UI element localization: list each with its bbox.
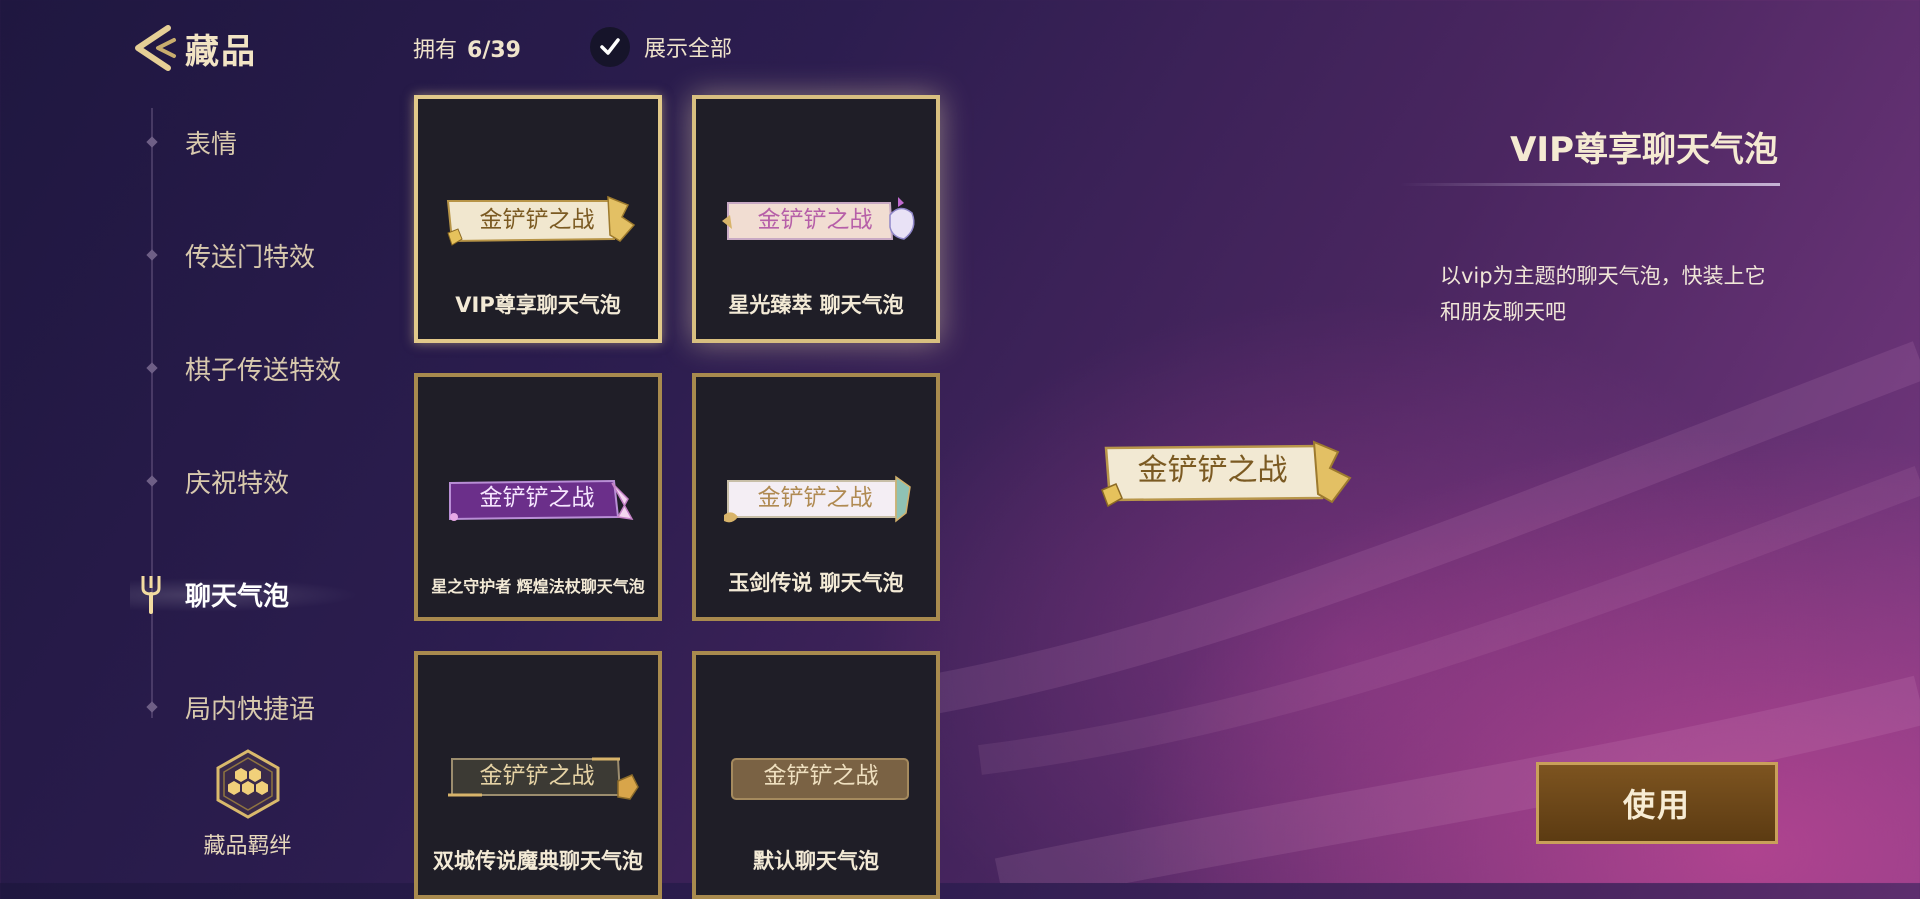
honeycomb-hexagon-icon [216,749,279,819]
bubble-text: 金铲铲之战 [757,485,873,511]
chat-bubble-preview: 金铲铲之战 [720,195,920,253]
chat-bubble-preview: 金铲铲之战 [720,473,920,531]
preview-bubble-text: 金铲铲之战 [1137,453,1288,488]
detail-description: 以vip为主题的聊天气泡，快装上它和朋友聊天吧 [1440,264,1766,324]
bubble-text: 金铲铲之战 [479,485,595,511]
page-title: 藏品 [185,32,257,72]
large-bubble-preview: 金铲铲之战 [1100,440,1360,514]
chat-bubble-card-arcane[interactable]: 金铲铲之战 双城传说魔典聊天气泡 [414,651,662,899]
nav-dot [146,362,158,374]
sidebar-item-label: 表情 [185,129,238,160]
chat-bubble-preview: 金铲铲之战 [442,195,642,253]
bond-label: 藏品羁绊 [203,834,292,859]
card-label: 星光臻萃 聊天气泡 [728,293,904,317]
back-arrow-icon[interactable] [128,22,180,74]
chat-bubble-preview: 金铲铲之战 [442,473,642,531]
chat-bubble-card-vip[interactable]: 金铲铲之战 VIP尊享聊天气泡 [414,95,662,343]
use-button-label: 使用 [1622,786,1691,824]
detail-title: VIP尊享聊天气泡 [1510,130,1778,170]
title-divider [1400,183,1780,186]
nav-dot [146,701,158,713]
card-label: 双城传说魔典聊天气泡 [433,849,643,873]
sidebar-item-label: 传送门特效 [185,242,316,273]
checkmark-icon [600,38,620,55]
chat-bubble-preview: 金铲铲之战 [442,751,642,809]
show-all-toggle[interactable]: 展示全部 [590,26,732,68]
nav-dot [146,136,158,148]
chat-bubble-card-default[interactable]: 金铲铲之战 默认聊天气泡 [692,651,940,899]
nav-dot [146,249,158,261]
card-label: 星之守护者 辉煌法杖聊天气泡 [431,577,645,596]
show-all-label: 展示全部 [644,37,733,62]
owned-label: 拥有 [413,38,458,63]
sidebar-item-piece-teleport-effects[interactable]: 棋子传送特效 [145,343,405,393]
card-label: VIP尊享聊天气泡 [455,293,621,317]
owned-counter: 拥有 6/39 [413,32,521,64]
sidebar-item-label: 棋子传送特效 [185,355,342,386]
chat-bubble-card-star[interactable]: 金铲铲之战 星光臻萃 聊天气泡 [692,95,940,343]
nav-dot [146,475,158,487]
bubble-text: 金铲铲之战 [763,763,879,789]
owned-count: 6/39 [467,38,521,63]
sidebar-item-quick-chat[interactable]: 局内快捷语 [145,682,405,732]
sidebar-item-label: 庆祝特效 [185,468,290,499]
card-label: 玉剑传说 聊天气泡 [728,571,904,595]
checkbox[interactable] [590,27,630,67]
bubble-text: 金铲铲之战 [479,763,595,789]
sidebar-item-label: 局内快捷语 [185,694,316,725]
card-label: 默认聊天气泡 [753,849,879,873]
chat-bubble-card-star-guardian[interactable]: 金铲铲之战 星之守护者 辉煌法杖聊天气泡 [414,373,662,621]
sidebar-item-emotes[interactable]: 表情 [145,117,405,167]
use-button[interactable]: 使用 [1536,762,1778,844]
collection-bond-button[interactable]: 藏品羁绊 [185,748,310,860]
sidebar-item-portal-effects[interactable]: 传送门特效 [145,230,405,280]
chat-bubble-card-jade-sword[interactable]: 金铲铲之战 玉剑传说 聊天气泡 [692,373,940,621]
bubble-text: 金铲铲之战 [757,207,873,233]
bubble-text: 金铲铲之战 [479,207,595,233]
sidebar-item-label: 聊天气泡 [185,581,290,612]
sidebar-rail [151,108,153,718]
spatula-icon [141,576,161,614]
sidebar-item-celebration-effects[interactable]: 庆祝特效 [145,456,405,506]
chat-bubble-preview: 金铲铲之战 [720,751,920,809]
sidebar-item-chat-bubbles[interactable]: 聊天气泡 [145,569,405,619]
